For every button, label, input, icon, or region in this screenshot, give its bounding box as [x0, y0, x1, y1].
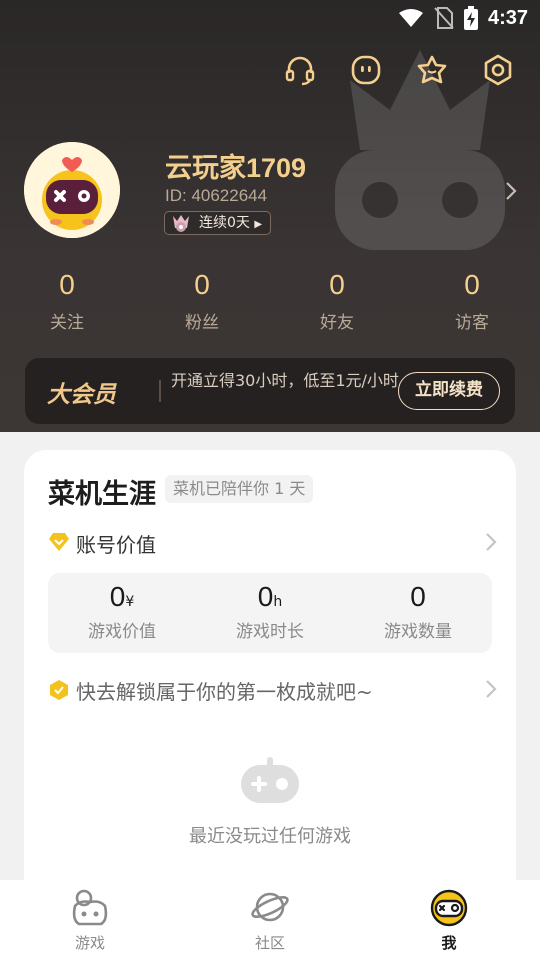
metric-game-value: 0¥ 游戏价值: [62, 581, 182, 642]
no-sim-icon: [434, 7, 454, 29]
metric-value: 0: [109, 581, 126, 612]
planet-icon: [251, 892, 289, 922]
metric-play-time: 0h 游戏时长: [210, 581, 330, 642]
nav-games[interactable]: 游戏: [45, 886, 135, 953]
metric-value: 0: [410, 581, 426, 612]
chevron-right-icon: [486, 533, 497, 551]
chevron-right-icon[interactable]: [504, 180, 518, 202]
achievement-row[interactable]: 快去解锁属于你的第一枚成就吧~: [48, 672, 497, 708]
stat-label: 关注: [50, 313, 84, 333]
metric-label: 游戏数量: [384, 622, 452, 642]
stat-fans[interactable]: 0 粉丝: [162, 266, 242, 333]
settings-button[interactable]: [478, 50, 518, 90]
battery-charging-icon: [463, 6, 478, 30]
medal-icon: [173, 215, 189, 232]
play-triangle-icon: ▶: [254, 219, 263, 230]
streak-label: 连续0天: [199, 215, 250, 231]
status-time: 4:37: [487, 6, 528, 29]
wifi-icon: [398, 9, 423, 27]
career-card: 菜机生涯 菜机已陪伴你 1 天 账号价值 0¥ 游戏价值 0h 游戏时长 0 游…: [24, 450, 516, 880]
stat-label: 好友: [320, 313, 354, 333]
customer-service-button[interactable]: [280, 50, 320, 90]
account-value-label: 账号价值: [76, 533, 156, 557]
nav-label: 我: [441, 934, 457, 952]
login-streak-badge[interactable]: 连续0天 ▶: [164, 211, 272, 235]
nav-community[interactable]: 社区: [225, 886, 315, 953]
account-value-row[interactable]: 账号价值: [48, 525, 497, 561]
nav-label: 社区: [254, 934, 285, 952]
achievement-label: 快去解锁属于你的第一枚成就吧~: [76, 680, 373, 704]
diamond-icon: [49, 533, 69, 551]
user-id: ID: 40622644: [165, 186, 268, 205]
stat-visitors[interactable]: 0 访客: [432, 266, 512, 333]
game-controller-icon: [72, 889, 108, 926]
chevron-right-icon: [486, 680, 497, 698]
vip-promo-text: 开通立得30小时，低至1元/小时: [171, 371, 399, 390]
companion-days-tag: 菜机已陪伴你 1 天: [165, 475, 314, 503]
bottom-navigation: 游戏 社区 我: [0, 880, 540, 960]
stat-label: 访客: [455, 313, 489, 333]
top-actions: [280, 50, 518, 90]
favorites-button[interactable]: [412, 50, 452, 90]
stat-value: 0: [59, 269, 75, 300]
metric-value: 0: [257, 581, 274, 612]
vip-divider: [159, 380, 161, 402]
career-title: 菜机生涯: [48, 479, 156, 510]
nav-me[interactable]: 我: [404, 886, 494, 953]
vip-membership-card[interactable]: 大会员 开通立得30小时，低至1元/小时 立即续费: [25, 358, 515, 424]
metric-label: 游戏价值: [88, 622, 156, 642]
star-icon: [417, 55, 447, 84]
renew-vip-button[interactable]: 立即续费: [398, 372, 500, 410]
metric-label: 游戏时长: [236, 622, 304, 642]
empty-games-text: 最近没玩过任何游戏: [189, 826, 351, 847]
gamepad-mascot-icon: [24, 142, 120, 238]
avatar[interactable]: [24, 142, 120, 238]
stat-value: 0: [329, 269, 345, 300]
status-bar: 4:37: [0, 0, 540, 36]
stat-value: 0: [194, 269, 210, 300]
messages-button[interactable]: [346, 50, 386, 90]
stat-friends[interactable]: 0 好友: [297, 266, 377, 333]
gear-icon: [484, 54, 512, 86]
stat-following[interactable]: 0 关注: [27, 266, 107, 333]
social-stats: 0 关注 0 粉丝 0 好友 0 访客: [0, 266, 540, 340]
account-metrics-box: 0¥ 游戏价值 0h 游戏时长 0 游戏数量: [48, 573, 492, 653]
metric-unit: h: [273, 594, 283, 610]
metric-game-count: 0 游戏数量: [358, 581, 478, 642]
headset-icon: [285, 56, 315, 86]
vip-logo: 大会员: [47, 382, 116, 408]
gamepad-empty-icon: [241, 757, 299, 803]
hexagon-badge-icon: [50, 680, 68, 700]
stat-value: 0: [464, 269, 480, 300]
mascot-face-icon: [430, 889, 468, 927]
message-face-icon: [351, 55, 381, 85]
username: 云玩家1709: [165, 153, 307, 183]
metric-unit: ¥: [125, 594, 135, 610]
stat-label: 粉丝: [185, 313, 219, 333]
nav-label: 游戏: [74, 934, 105, 952]
